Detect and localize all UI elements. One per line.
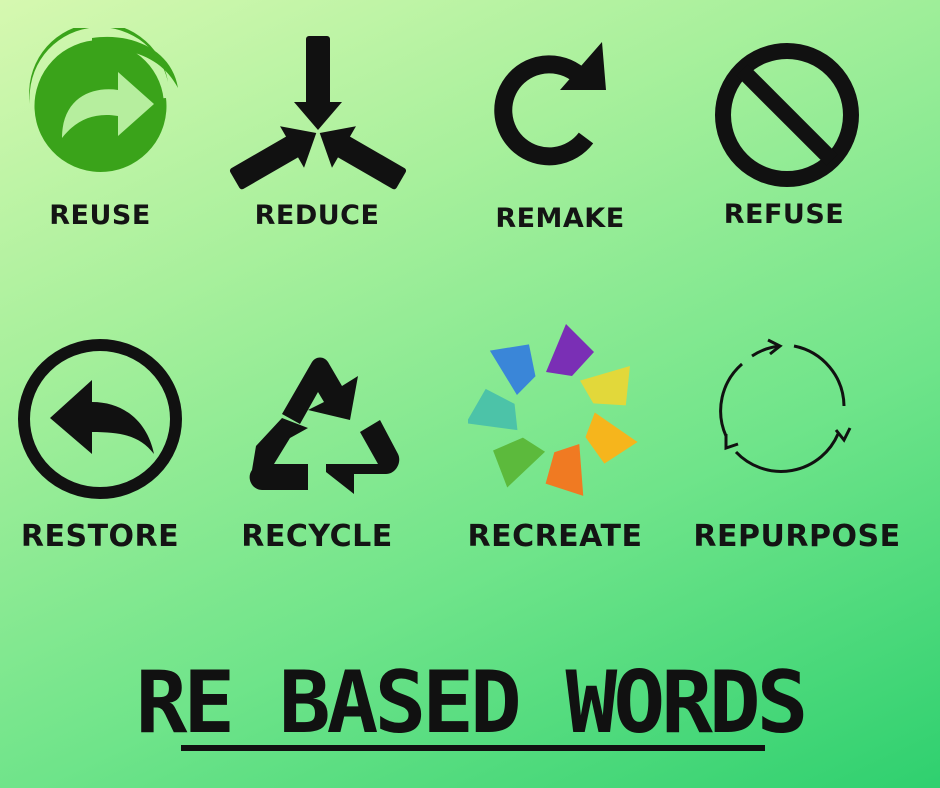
recycle-symbol-icon	[249, 357, 400, 494]
word-restore: RESTORE	[20, 519, 180, 554]
prohibition-icon	[715, 43, 859, 187]
word-reduce: REDUCE	[254, 200, 380, 231]
page-title: RE BASED WORDS	[135, 653, 809, 753]
word-repurpose: REPURPOSE	[693, 519, 901, 554]
clockwise-arrow-icon	[494, 42, 606, 166]
word-remake: REMAKE	[495, 203, 625, 234]
word-reuse: REUSE	[49, 200, 151, 231]
back-arrow-circle-icon	[18, 339, 182, 499]
word-recycle: RECYCLE	[241, 519, 393, 554]
word-recreate: RECREATE	[467, 519, 643, 554]
three-arrows-converge-icon	[229, 36, 407, 190]
green-dot-arrow-icon	[29, 28, 178, 172]
word-refuse: REFUSE	[723, 199, 845, 230]
colorful-paper-planes-icon	[468, 324, 638, 496]
title-underline	[181, 745, 765, 751]
circular-arrows-icon	[719, 338, 852, 473]
